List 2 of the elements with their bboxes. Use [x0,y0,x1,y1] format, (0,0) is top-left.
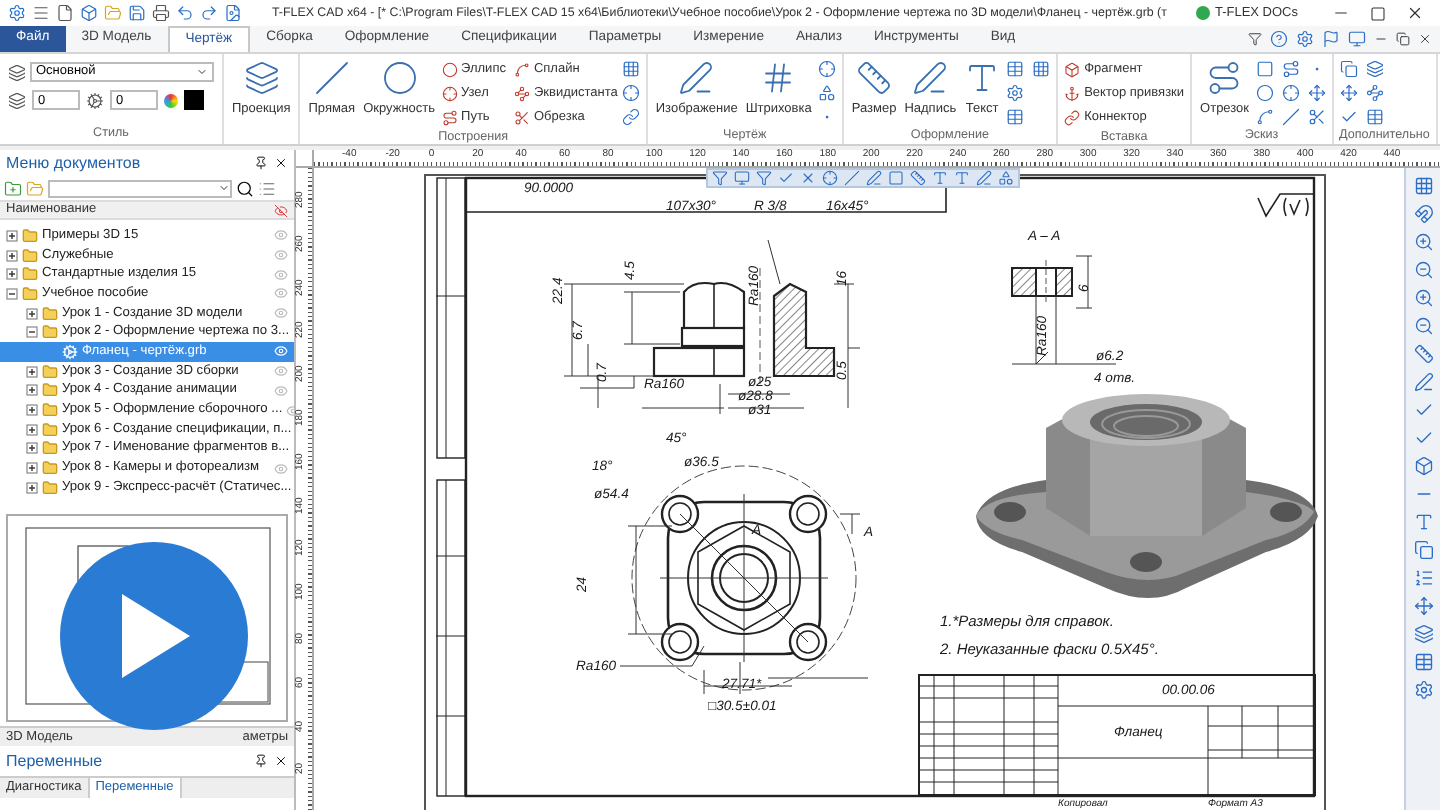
panel-title: Меню документов [6,151,141,175]
panel-title: Переменные [6,749,103,774]
